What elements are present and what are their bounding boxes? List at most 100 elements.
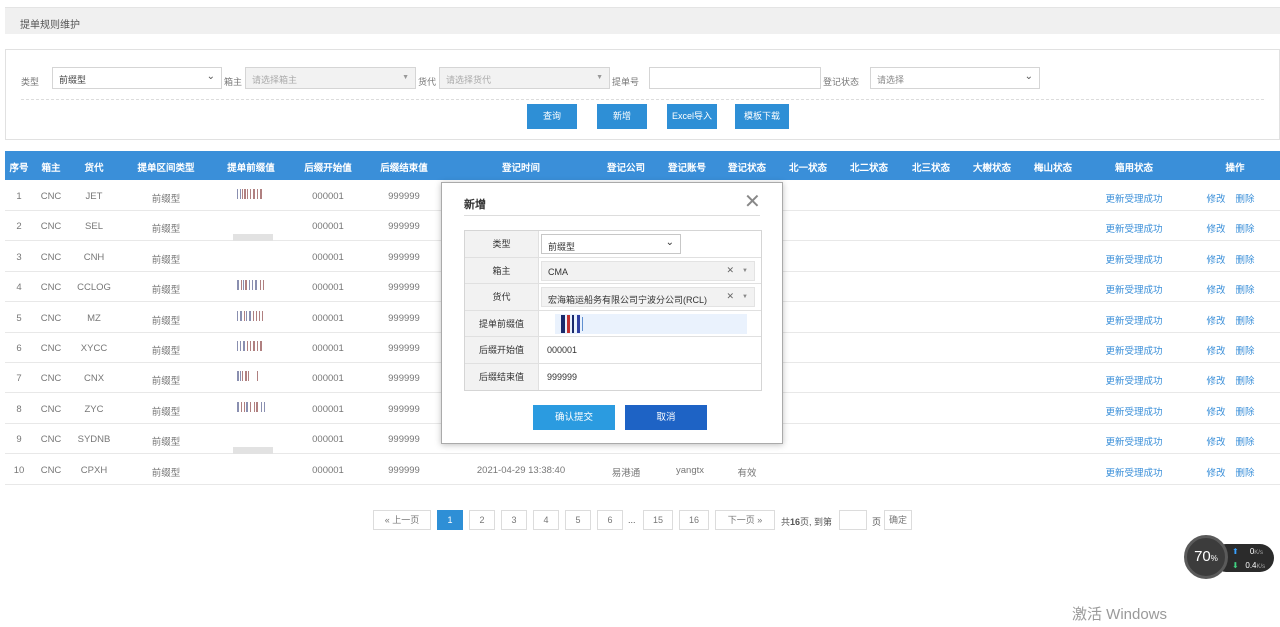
page-button[interactable]: 5 xyxy=(565,510,591,530)
col-header: 登记公司 xyxy=(606,163,645,174)
edit-link[interactable]: 修改 xyxy=(1205,282,1227,296)
upload-speed: ⬆ 0K/s xyxy=(1232,547,1263,556)
status-filter-select[interactable]: 请选择 ⌄ xyxy=(870,67,1040,89)
delete-link[interactable]: 删除 xyxy=(1234,343,1256,357)
clear-icon[interactable]: ✕ xyxy=(726,291,734,302)
prefix-input[interactable] xyxy=(555,313,747,334)
total-pages-text: 共16页, 到第 xyxy=(781,517,833,527)
suffix-end-input[interactable]: 999999 xyxy=(541,367,741,387)
form-row-type: 类型 前缀型 ⌄ xyxy=(465,231,761,258)
template-download-button[interactable]: 模板下载 xyxy=(735,104,789,129)
page-button[interactable]: 4 xyxy=(533,510,559,530)
delete-link[interactable]: 删除 xyxy=(1234,404,1256,418)
col-header: 登记状态 xyxy=(727,163,766,174)
delete-link[interactable]: 删除 xyxy=(1234,282,1256,296)
page-button[interactable]: 15 xyxy=(643,510,673,530)
form-row-carrier: 箱主 CMA ✕ ▼ xyxy=(465,257,761,284)
cell-carrier: CNC xyxy=(40,403,62,415)
status-link[interactable]: 更新受理成功 xyxy=(1097,313,1171,327)
bl-number-input[interactable] xyxy=(649,67,821,89)
carrier-filter-select[interactable]: 请选择箱主 ▼ xyxy=(245,67,416,89)
cancel-button[interactable]: 取消 xyxy=(625,405,707,430)
col-header: 梅山状态 xyxy=(1033,163,1072,174)
cell-type: 前缀型 xyxy=(151,194,181,205)
suffix-start-input[interactable]: 000001 xyxy=(541,340,741,360)
prev-page-button[interactable]: « 上一页 xyxy=(373,510,431,530)
add-button[interactable]: 新增 xyxy=(597,104,647,129)
edit-link[interactable]: 修改 xyxy=(1205,373,1227,387)
delete-link[interactable]: 删除 xyxy=(1234,221,1256,235)
row-number: 4 xyxy=(16,282,22,294)
page-button[interactable]: 1 xyxy=(437,510,463,530)
next-page-button[interactable]: 下一页 » xyxy=(715,510,775,530)
col-header: 后缀结束值 xyxy=(380,163,428,174)
edit-link[interactable]: 修改 xyxy=(1205,221,1227,235)
delete-link[interactable]: 删除 xyxy=(1234,252,1256,266)
edit-link[interactable]: 修改 xyxy=(1205,343,1227,357)
edit-link[interactable]: 修改 xyxy=(1205,434,1227,448)
cell-account: yangtx xyxy=(676,464,704,476)
form-row-agent: 货代 宏海箱运船务有限公司宁波分公司(RCL) ✕ ▼ xyxy=(465,284,761,311)
dialog-title: 新增 xyxy=(464,199,486,211)
edit-link[interactable]: 修改 xyxy=(1205,191,1227,205)
col-header: 提单区间类型 xyxy=(137,163,195,174)
close-icon[interactable]: ✕ xyxy=(744,189,761,214)
row-number: 9 xyxy=(16,434,22,446)
col-header: 后缀开始值 xyxy=(304,163,352,174)
form-row-prefix: 提单前缀值 xyxy=(465,310,761,337)
type-filter-select[interactable]: 前缀型 ⌄ xyxy=(52,67,222,89)
confirm-submit-button[interactable]: 确认提交 xyxy=(533,405,615,430)
status-link[interactable]: 更新受理成功 xyxy=(1097,373,1171,387)
excel-import-button[interactable]: Excel导入 xyxy=(667,104,717,129)
status-link[interactable]: 更新受理成功 xyxy=(1097,343,1171,357)
status-link[interactable]: 更新受理成功 xyxy=(1097,221,1171,235)
goto-page-input[interactable] xyxy=(839,510,867,530)
status-link[interactable]: 更新受理成功 xyxy=(1097,434,1171,448)
cell-agent: MZ xyxy=(87,312,101,324)
cell-carrier: CNC xyxy=(40,251,62,263)
edit-link[interactable]: 修改 xyxy=(1205,313,1227,327)
page-button[interactable]: 6 xyxy=(597,510,623,530)
cell-agent: XYCC xyxy=(80,343,108,354)
page-button[interactable]: 16 xyxy=(679,510,709,530)
carrier-filter-label: 箱主 xyxy=(224,77,243,87)
download-arrow-icon: ⬇ xyxy=(1232,561,1239,570)
page-suffix: 页 xyxy=(872,517,882,527)
prefix-placeholder-bar xyxy=(233,234,273,242)
query-button[interactable]: 查询 xyxy=(527,104,577,129)
cell-suffix-end: 999999 xyxy=(388,191,420,202)
carrier-select[interactable]: CMA ✕ ▼ xyxy=(541,260,755,281)
goto-confirm-button[interactable]: 确定 xyxy=(884,510,912,530)
delete-link[interactable]: 删除 xyxy=(1234,313,1256,327)
cell-time: 2021-04-29 13:38:40 xyxy=(476,464,566,476)
cell-suffix-end: 999999 xyxy=(388,434,420,446)
form-row-start: 后缀开始值 000001 xyxy=(465,337,761,364)
page-button[interactable]: 2 xyxy=(469,510,495,530)
status-link[interactable]: 更新受理成功 xyxy=(1097,282,1171,296)
cell-suffix-end: 999999 xyxy=(388,251,420,263)
cell-suffix-end: 999999 xyxy=(388,464,420,476)
delete-link[interactable]: 删除 xyxy=(1234,191,1256,205)
status-link[interactable]: 更新受理成功 xyxy=(1097,191,1171,205)
status-link[interactable]: 更新受理成功 xyxy=(1097,252,1171,266)
status-link[interactable]: 更新受理成功 xyxy=(1097,465,1171,479)
edit-link[interactable]: 修改 xyxy=(1205,404,1227,418)
status-link[interactable]: 更新受理成功 xyxy=(1097,404,1171,418)
agent-filter-select[interactable]: 请选择货代 ▼ xyxy=(439,67,610,89)
prefix-value-image xyxy=(561,314,583,333)
edit-link[interactable]: 修改 xyxy=(1205,252,1227,266)
delete-link[interactable]: 删除 xyxy=(1234,373,1256,387)
clear-icon[interactable]: ✕ xyxy=(726,265,734,276)
cell-suffix-start: 000001 xyxy=(312,221,344,233)
table-row: 10 CNC CPXH 前缀型 000001 999999 2021-04-29 13:38… xyxy=(5,455,1280,485)
cell-type: 前缀型 xyxy=(151,376,181,388)
agent-select[interactable]: 宏海箱运船务有限公司宁波分公司(RCL) ✕ ▼ xyxy=(541,287,755,307)
cell-agent: CNH xyxy=(83,251,105,263)
type-select[interactable]: 前缀型 ⌄ xyxy=(541,234,681,254)
delete-link[interactable]: 删除 xyxy=(1234,434,1256,448)
page-button[interactable]: 3 xyxy=(501,510,527,530)
col-header: 箱用状态 xyxy=(1114,163,1153,174)
edit-link[interactable]: 修改 xyxy=(1205,465,1227,479)
delete-link[interactable]: 删除 xyxy=(1234,465,1256,479)
cell-suffix-start: 000001 xyxy=(312,434,344,446)
